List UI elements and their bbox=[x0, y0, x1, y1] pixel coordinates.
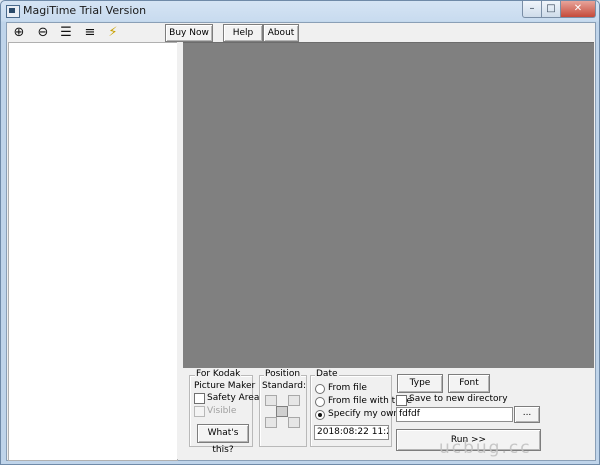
broom-icon[interactable]: ⚡ bbox=[105, 25, 121, 40]
position-center[interactable] bbox=[276, 406, 288, 417]
watermark-text: ucbug.cc bbox=[439, 438, 532, 458]
options-panel: For Kodak Picture Maker Safety Area Visi… bbox=[183, 368, 594, 459]
safety-area-checkbox[interactable] bbox=[194, 393, 205, 404]
window-title: MagiTime Trial Version bbox=[23, 4, 147, 17]
add-icon[interactable]: ⊕ bbox=[11, 25, 27, 40]
font-button[interactable]: Font bbox=[448, 374, 490, 393]
directory-field[interactable]: fdfdf bbox=[396, 407, 513, 422]
image-preview bbox=[183, 42, 594, 368]
from-file-radio[interactable] bbox=[315, 384, 325, 394]
position-top-left[interactable] bbox=[265, 395, 277, 406]
safety-area-label: Safety Area bbox=[207, 393, 260, 403]
kodak-group-title: For Kodak bbox=[195, 369, 242, 379]
specify-own-label: Specify my own bbox=[328, 409, 400, 419]
date-value-field[interactable]: 2018:08:22 11:28:1( bbox=[314, 425, 389, 440]
close-button[interactable]: ✕ bbox=[560, 1, 596, 18]
file-list[interactable] bbox=[8, 42, 178, 461]
maximize-button[interactable]: □ bbox=[541, 1, 561, 18]
app-window: MagiTime Trial Version – □ ✕ ⊕ ⊖ ☰ ≡ ⚡ B… bbox=[0, 0, 600, 465]
from-file-label: From file bbox=[328, 383, 367, 393]
toolbar: ⊕ ⊖ ☰ ≡ ⚡ Buy Now Help About bbox=[7, 23, 595, 42]
specify-own-radio[interactable] bbox=[315, 410, 325, 420]
type-button[interactable]: Type bbox=[397, 374, 443, 393]
list-icon[interactable]: ≡ bbox=[82, 25, 98, 40]
position-bottom-left[interactable] bbox=[265, 417, 277, 428]
whats-this-button[interactable]: What's this? bbox=[197, 424, 249, 455]
position-group-title: Position bbox=[264, 369, 302, 379]
client-area: ⊕ ⊖ ☰ ≡ ⚡ Buy Now Help About For Kodak P… bbox=[6, 22, 596, 461]
browse-button[interactable]: ... bbox=[514, 406, 540, 423]
position-top-right[interactable] bbox=[288, 395, 300, 406]
visible-checkbox[interactable] bbox=[194, 406, 205, 417]
from-file-time-radio[interactable] bbox=[315, 397, 325, 407]
help-button[interactable]: Help bbox=[223, 24, 263, 42]
save-new-dir-label: Save to new directory bbox=[409, 394, 508, 404]
minimize-button[interactable]: – bbox=[522, 1, 542, 18]
title-bar[interactable]: MagiTime Trial Version – □ ✕ bbox=[1, 1, 599, 21]
position-standard-label: Standard: bbox=[262, 381, 306, 391]
about-button[interactable]: About bbox=[263, 24, 299, 42]
save-new-dir-checkbox[interactable] bbox=[396, 395, 407, 406]
kodak-subtitle: Picture Maker bbox=[194, 381, 256, 391]
app-icon bbox=[6, 5, 20, 18]
position-bottom-right[interactable] bbox=[288, 417, 300, 428]
list-details-icon[interactable]: ☰ bbox=[58, 25, 74, 40]
visible-label: Visible bbox=[207, 406, 237, 416]
buy-now-button[interactable]: Buy Now bbox=[165, 24, 213, 42]
date-group-title: Date bbox=[315, 369, 339, 379]
remove-icon[interactable]: ⊖ bbox=[35, 25, 51, 40]
